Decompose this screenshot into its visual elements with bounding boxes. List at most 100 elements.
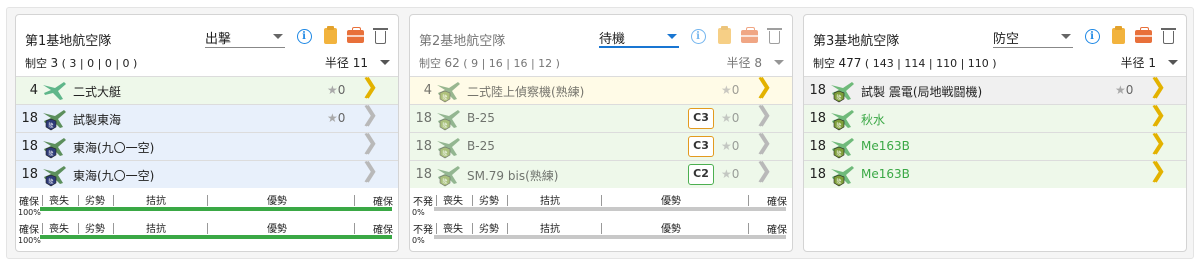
slot-count[interactable]: 18 <box>410 167 432 182</box>
radius-select[interactable]: 半径 8 <box>727 54 762 71</box>
star-value: 0 <box>337 111 346 125</box>
equipment-name[interactable]: 二式陸上偵察機(熟練) <box>467 83 584 100</box>
proficiency-chevron-icon[interactable]: 〉〉 <box>758 79 782 101</box>
slot-count[interactable]: 18 <box>804 83 826 98</box>
slot-row[interactable]: 4 陸 二式陸上偵察機(熟練) ★0 〉〉 <box>410 76 792 104</box>
slot-row[interactable]: 4 二式大艇 ★0 〉〉 <box>16 76 398 104</box>
slot-count[interactable]: 4 <box>410 83 432 98</box>
star-value: 0 <box>731 139 740 153</box>
star-level[interactable]: ★0 <box>721 83 739 97</box>
equipment-button[interactable] <box>1134 26 1152 45</box>
clipboard-icon <box>1111 26 1125 44</box>
proficiency-chevron-icon[interactable]: 〉〉 <box>364 79 388 101</box>
improvement-badge: C3 <box>688 108 714 129</box>
mode-select[interactable]: 待機 <box>599 26 679 48</box>
chevron-down-icon <box>273 34 283 39</box>
equipment-name[interactable]: 試製東海 <box>73 111 121 128</box>
slot-count[interactable]: 18 <box>16 139 38 154</box>
patrol-plane-icon: 陸 <box>41 107 67 131</box>
proficiency-chevron-icon[interactable]: 〉〉 <box>758 107 782 129</box>
slot-row[interactable]: 18 陸 東海(九〇一空) 〉〉 <box>16 160 398 188</box>
air-power-detail: ( 143 | 114 | 110 | 110 ) <box>864 57 997 70</box>
clipboard-button[interactable] <box>715 26 733 45</box>
bar-label-supremacy: 確保 <box>373 225 393 236</box>
star-level[interactable]: ★0 <box>327 111 345 125</box>
improvement-badge: C3 <box>688 136 714 157</box>
star-level[interactable]: ★0 <box>721 167 739 181</box>
star-icon: ★ <box>721 139 732 153</box>
slot-row[interactable]: 18 陸 SM.79 bis(熟練) C2 ★0 〉〉 <box>410 160 792 188</box>
bar-label-superiority: 優勢 <box>661 196 681 207</box>
equipment-button[interactable] <box>346 26 364 45</box>
slot-count[interactable]: 18 <box>16 167 38 182</box>
proficiency-chevron-icon[interactable]: 〉〉 <box>758 135 782 157</box>
info-button[interactable]: i <box>689 27 707 45</box>
air-state-track <box>434 207 786 211</box>
slot-row[interactable]: 18 陸 秋水 〉〉 <box>804 104 1186 132</box>
delete-button[interactable] <box>765 27 783 45</box>
air-power-stats: 制空 477 ( 143 | 114 | 110 | 110 ) <box>813 55 997 71</box>
slot-row[interactable]: 18 陸 東海(九〇一空) 〉〉 <box>16 132 398 160</box>
air-state-bar: 確保 100% 喪失 劣勢 拮抗 優勢 確保 <box>16 218 398 245</box>
slot-count[interactable]: 18 <box>804 167 826 182</box>
mode-select[interactable]: 出撃 <box>205 26 285 48</box>
proficiency-chevron-icon[interactable]: 〉〉 <box>758 163 782 185</box>
equipment-button[interactable] <box>740 26 758 45</box>
info-button[interactable]: i <box>1083 27 1101 45</box>
star-value: 0 <box>1125 83 1134 97</box>
land-bomber-icon: 陸 <box>435 163 461 187</box>
equipment-name[interactable]: Me163B <box>861 139 910 153</box>
slot-count[interactable]: 4 <box>16 83 38 98</box>
star-level[interactable]: ★0 <box>721 139 739 153</box>
slot-count[interactable]: 18 <box>410 139 432 154</box>
delete-button[interactable] <box>1159 27 1177 45</box>
mode-select[interactable]: 防空 <box>993 26 1073 48</box>
proficiency-chevron-icon[interactable]: 〉〉 <box>364 163 388 185</box>
proficiency-chevron-icon[interactable]: 〉〉 <box>364 135 388 157</box>
slot-row[interactable]: 18 陸 試製 震電(局地戦闘機) ★0 〉〉 <box>804 76 1186 104</box>
info-icon: i <box>1084 28 1100 44</box>
equipment-name[interactable]: 東海(九〇一空) <box>73 167 154 184</box>
svg-text:陸: 陸 <box>836 94 841 101</box>
clipboard-button[interactable] <box>321 26 339 45</box>
equipment-name[interactable]: B-25 <box>467 139 495 153</box>
svg-text:陸: 陸 <box>48 178 53 185</box>
proficiency-chevron-icon[interactable]: 〉〉 <box>1152 163 1176 185</box>
equipment-name[interactable]: 試製 震電(局地戦闘機) <box>861 83 982 100</box>
slot-count[interactable]: 18 <box>804 139 826 154</box>
proficiency-chevron-icon[interactable]: 〉〉 <box>1152 135 1176 157</box>
slot-row[interactable]: 18 陸 試製東海 ★0 〉〉 <box>16 104 398 132</box>
proficiency-chevron-icon[interactable]: 〉〉 <box>364 107 388 129</box>
bar-label-inferior: 劣勢 <box>85 196 105 207</box>
air-state-fill <box>434 235 786 239</box>
slot-row[interactable]: 18 陸 Me163B 〉〉 <box>804 132 1186 160</box>
air-power-value: 62 <box>444 56 460 70</box>
star-value: 0 <box>337 83 346 97</box>
slot-row[interactable]: 18 陸 B-25 C3 ★0 〉〉 <box>410 132 792 160</box>
air-state-fill <box>434 207 786 211</box>
clipboard-button[interactable] <box>1109 26 1127 45</box>
slot-row[interactable]: 18 陸 B-25 C3 ★0 〉〉 <box>410 104 792 132</box>
equipment-name[interactable]: SM.79 bis(熟練) <box>467 167 558 184</box>
proficiency-chevron-icon[interactable]: 〉〉 <box>1152 107 1176 129</box>
equipment-name[interactable]: B-25 <box>467 111 495 125</box>
equipment-name[interactable]: 二式大艇 <box>73 83 121 100</box>
slot-count[interactable]: 18 <box>16 111 38 126</box>
info-button[interactable]: i <box>295 27 313 45</box>
equipment-name[interactable]: Me163B <box>861 167 910 181</box>
star-value: 0 <box>731 111 740 125</box>
star-level[interactable]: ★0 <box>327 83 345 97</box>
star-level[interactable]: ★0 <box>721 111 739 125</box>
delete-button[interactable] <box>371 27 389 45</box>
slot-count[interactable]: 18 <box>804 111 826 126</box>
star-icon: ★ <box>721 111 732 125</box>
equipment-name[interactable]: 秋水 <box>861 111 885 128</box>
radius-select[interactable]: 半径 11 <box>325 54 368 71</box>
slot-row[interactable]: 18 陸 Me163B 〉〉 <box>804 160 1186 188</box>
radius-select[interactable]: 半径 1 <box>1121 54 1156 71</box>
proficiency-chevron-icon[interactable]: 〉〉 <box>1152 79 1176 101</box>
interceptor-icon: 陸 <box>829 107 855 131</box>
equipment-name[interactable]: 東海(九〇一空) <box>73 139 154 156</box>
star-level[interactable]: ★0 <box>1115 83 1133 97</box>
slot-count[interactable]: 18 <box>410 111 432 126</box>
